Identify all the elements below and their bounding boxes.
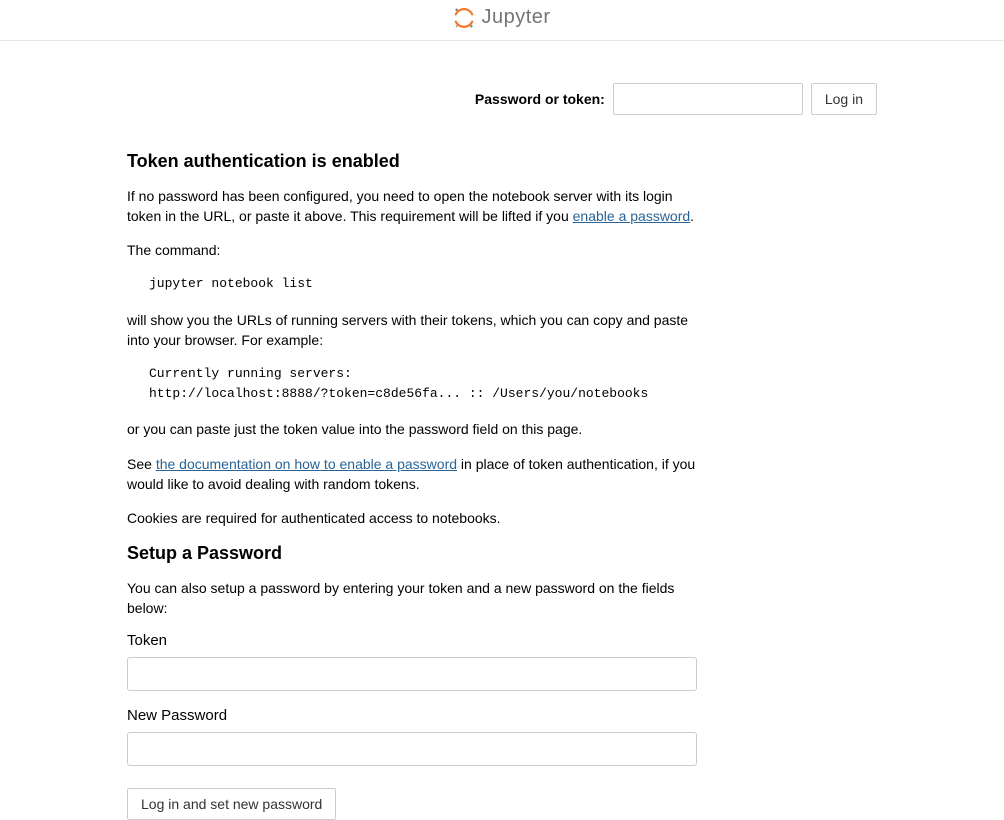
token-input[interactable] [127,657,697,691]
token-auth-heading: Token authentication is enabled [127,151,697,172]
paste-token-paragraph: or you can paste just the token value in… [127,419,697,439]
login-button[interactable]: Log in [811,83,877,115]
new-password-label: New Password [127,707,697,724]
token-label: Token [127,632,697,649]
token-field-group: Token [127,632,697,691]
auth-intro-paragraph: If no password has been configured, you … [127,186,697,227]
header: Jupyter [0,0,1004,41]
command-list: jupyter notebook list [149,274,697,294]
password-token-input[interactable] [613,83,803,115]
logo-text: Jupyter [481,6,550,29]
auth-intro-text-b: . [690,208,694,224]
cookies-paragraph: Cookies are required for authenticated a… [127,508,697,528]
password-token-label: Password or token: [475,91,605,107]
command-example: Currently running servers: http://localh… [149,364,697,403]
login-bar: Password or token: Log in [127,83,877,115]
see-docs-paragraph: See the documentation on how to enable a… [127,454,697,495]
new-password-field-group: New Password [127,707,697,766]
urls-paragraph: will show you the URLs of running server… [127,310,697,351]
enable-password-link[interactable]: enable a password [573,208,691,224]
setup-desc: You can also setup a password by enterin… [127,578,697,619]
docs-password-link[interactable]: the documentation on how to enable a pas… [156,456,457,472]
see-docs-text-a: See [127,456,156,472]
setup-password-heading: Setup a Password [127,543,697,564]
jupyter-icon [453,7,475,29]
jupyter-logo: Jupyter [453,6,550,29]
command-intro: The command: [127,240,697,260]
login-set-password-button[interactable]: Log in and set new password [127,788,336,820]
new-password-input[interactable] [127,732,697,766]
